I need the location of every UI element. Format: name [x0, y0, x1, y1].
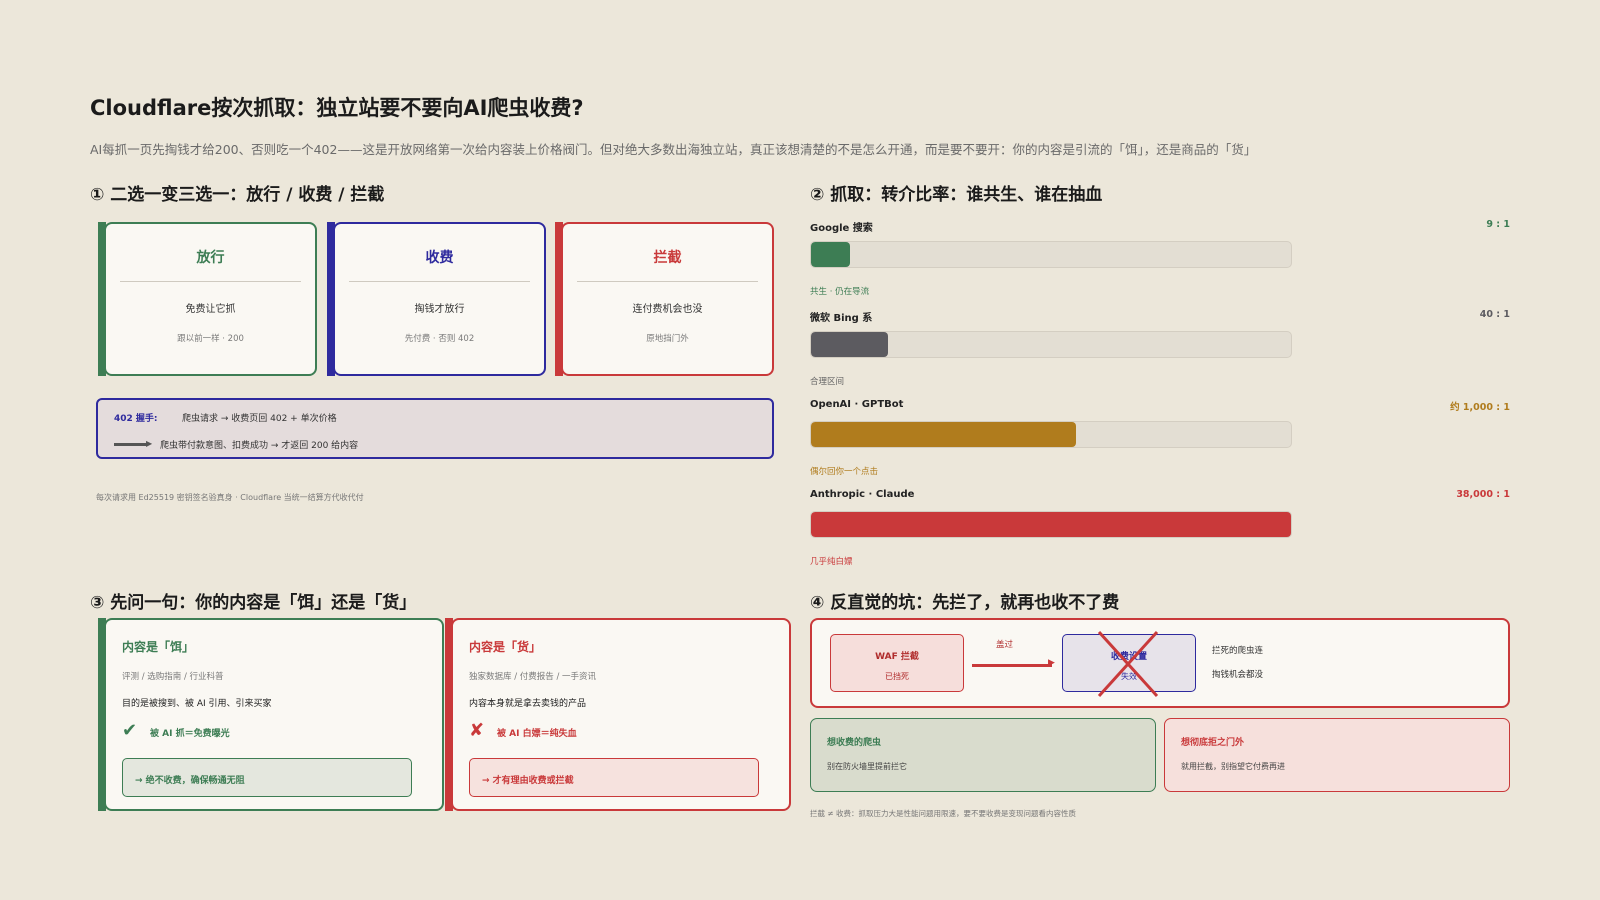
ratio-bar-fill: [811, 422, 1076, 447]
row-note: 偶尔回你一个点击: [810, 467, 879, 477]
option-card-allow: 放行 免费让它抓 跟以前一样 · 200: [98, 222, 317, 376]
ratio-bar-fill: [811, 332, 888, 357]
accent-bar: [327, 222, 335, 376]
waf-block-node: WAF 拦截 已挡死: [830, 634, 964, 692]
trap-result-line2: 掏钱机会都没: [1212, 670, 1264, 680]
row-note: 几乎纯白嫖: [810, 557, 853, 567]
option-card-charge: 收费 掏钱才放行 先付费 · 否则 402: [327, 222, 546, 376]
handshake-box: 402 握手: 爬虫请求 → 收费页回 402 + 单次价格 ▶ 爬虫带付款意图…: [96, 398, 774, 459]
cross-icon: ✘: [469, 720, 485, 741]
handshake-label: 402 握手:: [114, 414, 158, 424]
advice-charge-box: 想收费的爬虫 别在防火墙里提前拦它: [810, 718, 1156, 792]
row-ratio: 40 : 1: [1479, 309, 1510, 320]
row-ratio: 9 : 1: [1486, 219, 1510, 230]
option-note: 跟以前一样 · 200: [177, 334, 244, 344]
goods-result: 被 AI 白嫖＝纯失血: [497, 729, 577, 739]
arrow-right-icon: ▶: [1048, 658, 1055, 668]
goods-verdict: → 才有理由收费或拦截: [482, 776, 574, 786]
arrow-line: [114, 443, 148, 446]
waf-sub: 已挡死: [885, 672, 909, 681]
arrow-line: [972, 664, 1052, 667]
bait-verdict-box: → 绝不收费，确保畅通无阻: [122, 758, 412, 797]
goods-desc: 内容本身就是拿去卖钱的产品: [469, 699, 587, 709]
option-note: 原地挡门外: [646, 334, 689, 344]
option-desc: 连付费机会也没: [632, 304, 703, 315]
section1-footnote: 每次请求用 Ed25519 密钥签名验真身 · Cloudflare 当统一结算…: [96, 493, 364, 502]
goods-heading: 内容是「货」: [469, 640, 542, 654]
advice-block-desc: 就用拦截，别指望它付费再进: [1181, 762, 1285, 771]
arrow-right-icon: ▶: [146, 439, 153, 448]
handshake-step-2: 爬虫带付款意图、扣费成功 → 才返回 200 给内容: [160, 441, 359, 451]
goods-verdict-box: → 才有理由收费或拦截: [469, 758, 759, 797]
bait-card: 内容是「饵」 评测 / 选购指南 / 行业科普 目的是被搜到、被 AI 引用、引…: [98, 618, 444, 811]
goods-card: 内容是「货」 独家数据库 / 付费报告 / 一手资讯 内容本身就是拿去卖钱的产品…: [445, 618, 791, 811]
ratio-bar-fill: [811, 512, 1291, 537]
option-note: 先付费 · 否则 402: [404, 334, 475, 344]
row-label: Google 搜索: [810, 223, 873, 234]
row-label: 微软 Bing 系: [810, 313, 873, 324]
row-label: OpenAI · GPTBot: [810, 399, 904, 410]
option-card-block: 拦截 连付费机会也没 原地挡门外: [555, 222, 774, 376]
advice-block-heading: 想彻底拒之门外: [1181, 738, 1245, 748]
ratio-bar-track: [810, 241, 1292, 268]
accent-bar: [98, 222, 106, 376]
row-note: 共生 · 仍在导流: [810, 287, 870, 297]
ratio-bar-track: [810, 511, 1292, 538]
row-label: Anthropic · Claude: [810, 489, 915, 500]
divider: [120, 281, 301, 282]
divider: [349, 281, 530, 282]
big-x-icon: [1097, 630, 1159, 698]
trap-diagram: WAF 拦截 已挡死 盖过 ▶ 收费设置 失效 拦死的爬虫连 掏钱机会都没: [810, 618, 1510, 708]
bait-heading: 内容是「饵」: [122, 640, 195, 654]
accent-bar: [98, 618, 106, 811]
handshake-step-1: 爬虫请求 → 收费页回 402 + 单次价格: [182, 414, 337, 424]
row-ratio: 38,000 : 1: [1456, 489, 1510, 500]
option-name: 收费: [425, 250, 454, 266]
section3-title: ③ 先问一句：你的内容是「饵」还是「货」: [90, 593, 417, 613]
section2-title: ② 抓取：转介比率：谁共生、谁在抽血: [810, 185, 1103, 205]
section4-title: ④ 反直觉的坑：先拦了，就再也收不了费: [810, 593, 1120, 613]
advice-charge-desc: 别在防火墙里提前拦它: [827, 762, 907, 771]
ratio-bar-track: [810, 421, 1292, 448]
row-ratio: 约 1,000 : 1: [1450, 402, 1510, 413]
cover-label: 盖过: [996, 640, 1014, 650]
waf-title: WAF 拦截: [875, 652, 919, 662]
accent-bar: [445, 618, 453, 811]
goods-examples: 独家数据库 / 付费报告 / 一手资讯: [469, 672, 597, 682]
ratio-bar-fill: [811, 242, 850, 267]
bait-verdict: → 绝不收费，确保畅通无阻: [135, 776, 245, 786]
option-name: 放行: [196, 250, 225, 266]
advice-block-box: 想彻底拒之门外 就用拦截，别指望它付费再进: [1164, 718, 1510, 792]
accent-bar: [555, 222, 563, 376]
page-subtitle: AI每抓一页先掏钱才给200、否则吃一个402——这是开放网络第一次给内容装上价…: [90, 142, 1257, 157]
option-desc: 掏钱才放行: [414, 304, 465, 315]
ratio-bar-track: [810, 331, 1292, 358]
advice-charge-heading: 想收费的爬虫: [827, 738, 882, 748]
check-icon: ✔: [122, 720, 138, 741]
section1-title: ① 二选一变三选一：放行 / 收费 / 拦截: [90, 185, 385, 205]
divider: [577, 281, 758, 282]
row-note: 合理区间: [810, 377, 845, 387]
bait-result: 被 AI 抓＝免费曝光: [150, 729, 230, 739]
bait-desc: 目的是被搜到、被 AI 引用、引来买家: [122, 699, 272, 709]
page-title: Cloudflare按次抓取：独立站要不要向AI爬虫收费?: [90, 96, 584, 120]
option-desc: 免费让它抓: [185, 304, 236, 315]
option-name: 拦截: [653, 250, 682, 266]
bait-examples: 评测 / 选购指南 / 行业科普: [122, 672, 224, 682]
section4-footnote: 拦截 ≠ 收费：抓取压力大是性能问题用限速，要不要收费是变现问题看内容性质: [810, 809, 1077, 818]
trap-result-line1: 拦死的爬虫连: [1212, 646, 1264, 656]
